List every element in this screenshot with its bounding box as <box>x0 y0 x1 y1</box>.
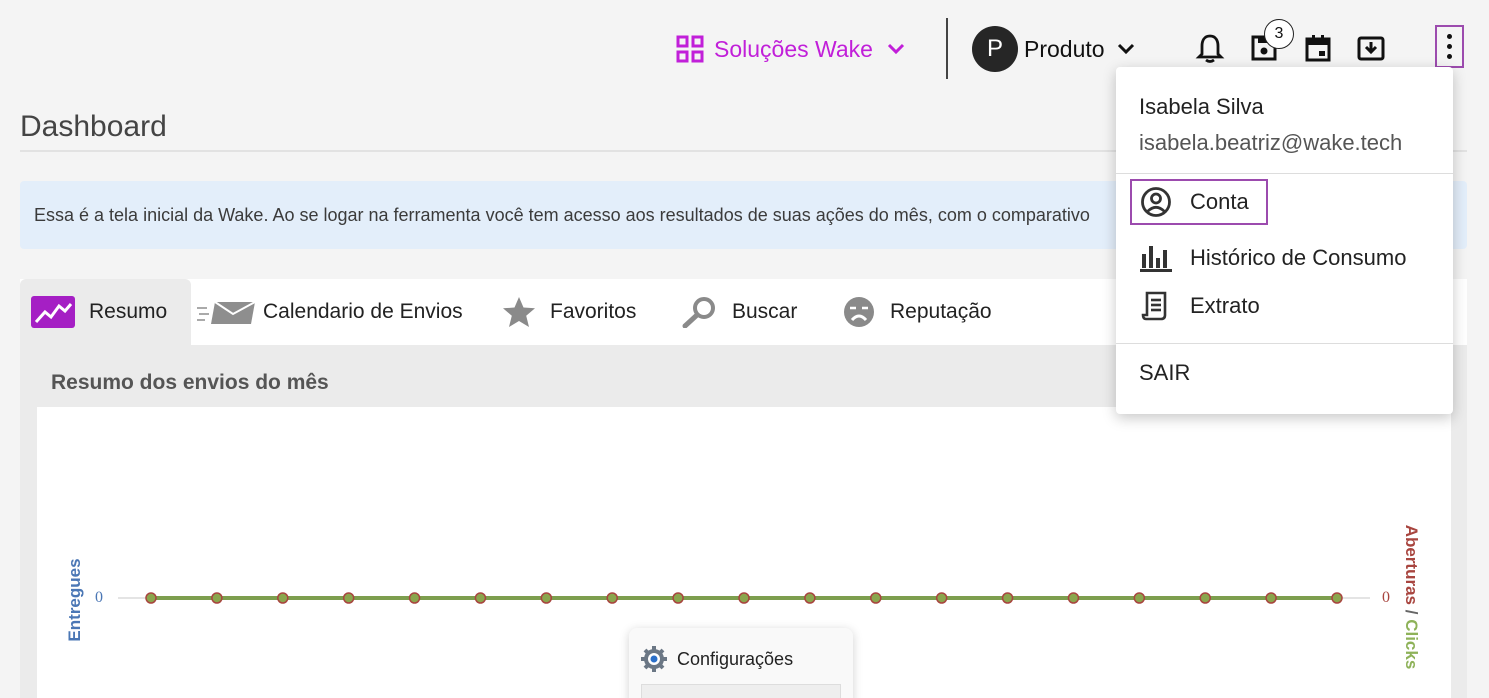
data-point[interactable] <box>870 592 882 604</box>
menu-item-historico[interactable]: Histórico de Consumo <box>1130 235 1406 281</box>
receipt-icon <box>1141 291 1167 321</box>
y-tick-right: 0 <box>1382 589 1390 606</box>
data-point[interactable] <box>1265 592 1277 604</box>
data-point[interactable] <box>408 592 421 604</box>
y-tick-left: 0 <box>95 589 103 606</box>
data-point[interactable] <box>540 592 553 604</box>
data-point[interactable] <box>277 592 289 604</box>
logout-button[interactable]: SAIR <box>1139 360 1190 386</box>
data-point[interactable] <box>804 592 816 604</box>
data-point[interactable] <box>211 592 223 604</box>
divider <box>1116 343 1453 344</box>
y-axis-right-label: Aberturas / Clicks <box>1396 512 1426 682</box>
data-point[interactable] <box>672 592 684 604</box>
data-point[interactable] <box>1067 592 1080 604</box>
menu-item-label: Histórico de Consumo <box>1190 245 1407 270</box>
menu-item-conta[interactable]: Conta <box>1130 179 1268 225</box>
data-point[interactable] <box>1133 592 1146 604</box>
settings-preview-thumbnail <box>641 684 841 698</box>
user-menu: Isabela Silva isabela.beatriz@wake.tech … <box>1116 67 1453 414</box>
bar-chart-icon <box>1140 246 1172 272</box>
data-point[interactable] <box>1001 592 1014 604</box>
user-name: Isabela Silva <box>1139 94 1264 119</box>
menu-item-extrato[interactable]: Extrato <box>1130 283 1260 329</box>
y-axis-left-label: Entregues <box>65 558 84 642</box>
settings-popup-label: Configurações <box>677 649 794 669</box>
data-point[interactable] <box>342 592 355 604</box>
data-point[interactable] <box>606 592 618 604</box>
divider <box>1116 173 1453 174</box>
menu-item-label: Conta <box>1190 189 1249 214</box>
axis-label-aberturas: Aberturas <box>1402 524 1421 606</box>
gear-icon <box>641 646 667 672</box>
data-point[interactable] <box>935 592 948 604</box>
axis-label-clicks: Clicks <box>1402 619 1421 670</box>
data-point[interactable] <box>474 592 487 604</box>
account-circle-icon <box>1141 187 1171 217</box>
data-point[interactable] <box>1199 592 1211 604</box>
settings-popup[interactable]: Configurações <box>629 628 853 698</box>
data-point[interactable] <box>738 592 750 604</box>
axis-label-separator: / <box>1402 609 1421 615</box>
data-point[interactable] <box>1331 592 1343 604</box>
user-email: isabela.beatriz@wake.tech <box>1139 130 1403 155</box>
menu-item-label: Extrato <box>1190 293 1260 318</box>
data-point[interactable] <box>145 592 157 604</box>
